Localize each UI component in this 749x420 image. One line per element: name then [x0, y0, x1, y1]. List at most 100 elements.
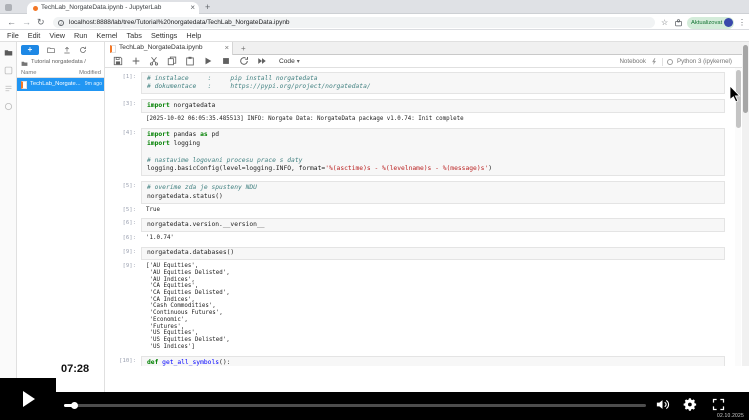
url-bar[interactable]: i localhost:8888/lab/tree/Tutorial%20nor… [53, 17, 655, 28]
chrome-update-label: Aktualizovat [691, 17, 722, 29]
execution-count: [4]: [105, 128, 141, 138]
paste-cells-icon[interactable] [185, 56, 195, 66]
browser-tab-title: TechLab_NorgateData.ipynb - JupyterLab [41, 2, 185, 14]
volume-icon[interactable] [655, 397, 670, 412]
restart-run-all-icon[interactable] [257, 56, 267, 66]
output-area: [2025-10-02 06:05:35.485513] INFO: Norga… [105, 115, 735, 124]
player-control-bar: 02.10.2025 [0, 392, 749, 420]
code-cell[interactable]: [1]:# instalace : pip install norgatedat… [105, 72, 735, 94]
code-cell[interactable]: [3]:import norgatedata [105, 99, 735, 113]
table-of-contents-icon[interactable] [4, 84, 13, 93]
extension-manager-icon[interactable] [4, 102, 13, 111]
notebook-tab-title: TechLab_NorgateData.ipynb [119, 42, 220, 54]
column-name[interactable]: Name [21, 69, 36, 77]
output-area: [9]:['AU Equities', 'AU Equities Deliste… [105, 262, 735, 351]
execution-count: [6]: [105, 234, 141, 242]
extensions-icon[interactable] [674, 18, 683, 27]
new-launcher-button[interactable]: + [21, 45, 39, 55]
settings-gear-icon[interactable] [683, 397, 698, 412]
play-button[interactable] [0, 378, 56, 420]
kernel-status-icon[interactable] [667, 59, 673, 65]
breadcrumb[interactable]: Tutorial norgatedata / [17, 58, 104, 68]
menu-settings[interactable]: Settings [151, 31, 177, 41]
add-tab-icon[interactable]: + [241, 42, 246, 55]
url-text[interactable]: localhost:8888/lab/tree/Tutorial%20norga… [69, 17, 649, 28]
cell-editor[interactable]: # instalace : pip install norgatedata# d… [141, 72, 725, 94]
file-list-item-selected[interactable]: TechLab_Norgate... 9m ago [17, 78, 104, 91]
bookmark-star-icon[interactable]: ☆ [661, 15, 668, 30]
kernel-indicator: Notebook Python 3 (ipykernel) [619, 55, 732, 68]
new-folder-icon[interactable] [47, 46, 55, 54]
notebook-tab[interactable]: TechLab_NorgateData.ipynb × [105, 42, 233, 55]
mode-label: Notebook [619, 58, 646, 65]
refresh-icon[interactable] [79, 46, 87, 54]
lightning-icon [650, 57, 658, 66]
cell-editor[interactable]: import norgatedata [141, 99, 725, 113]
chevron-down-icon: ▾ [297, 58, 300, 65]
mouse-cursor [729, 86, 741, 103]
browser-tab[interactable]: TechLab_NorgateData.ipynb - JupyterLab × [27, 2, 199, 14]
browser-window: TechLab_NorgateData.ipynb - JupyterLab ×… [0, 0, 749, 394]
code-cell[interactable]: [9]:norgatedata.databases() [105, 247, 735, 261]
menu-tabs[interactable]: Tabs [127, 31, 142, 41]
code-cell[interactable]: [4]:import pandas as pdimport logging# n… [105, 128, 735, 176]
file-browser-icon[interactable] [4, 48, 13, 57]
execution-count: [6]: [105, 218, 141, 228]
code-cell[interactable]: [10]:def get_all_symbols(): logging.info… [105, 356, 735, 366]
cell-editor[interactable]: norgatedata.databases() [141, 247, 725, 261]
restart-kernel-icon[interactable] [239, 56, 249, 66]
reload-icon[interactable]: ↻ [37, 15, 45, 30]
execution-count: [5]: [105, 206, 141, 214]
code-cell[interactable]: [6]:norgatedata.version.__version__ [105, 218, 735, 232]
cell-type-label: Code [279, 58, 295, 65]
profile-avatar[interactable] [724, 18, 733, 27]
insert-cell-icon[interactable] [131, 56, 141, 66]
cell-type-dropdown[interactable]: Code ▾ [279, 58, 300, 65]
progress-handle[interactable] [71, 402, 78, 409]
column-modified[interactable]: Modified [79, 69, 101, 77]
date-overlay: 02.10.2025 [717, 413, 744, 419]
cell-editor[interactable]: norgatedata.version.__version__ [141, 218, 725, 232]
menu-run[interactable]: Run [74, 31, 87, 41]
execution-count: [10]: [105, 356, 141, 366]
chrome-update-button[interactable]: Aktualizovat [687, 17, 734, 29]
notebook-scrollbar[interactable] [735, 68, 741, 366]
cell-editor[interactable]: import pandas as pdimport logging# nasta… [141, 128, 725, 176]
upload-icon[interactable] [63, 46, 71, 54]
copy-cells-icon[interactable] [167, 56, 177, 66]
execution-count: [5]: [105, 181, 141, 191]
menu-edit[interactable]: Edit [28, 31, 41, 41]
page-scrollbar-thumb[interactable] [743, 45, 748, 113]
menu-view[interactable]: View [49, 31, 65, 41]
cell-editor[interactable]: def get_all_symbols(): logging.info("Zji… [141, 356, 725, 366]
menu-kernel[interactable]: Kernel [96, 31, 117, 41]
play-icon [23, 391, 35, 407]
file-list-header[interactable]: Name Modified [17, 69, 104, 78]
menu-help[interactable]: Help [186, 31, 201, 41]
forward-icon[interactable]: → [22, 15, 31, 30]
running-sessions-icon[interactable] [4, 66, 13, 75]
kernel-name[interactable]: Python 3 (ipykernel) [677, 58, 732, 65]
browser-menu-icon[interactable]: ⋮ [738, 15, 746, 30]
tab-close-icon[interactable]: × [190, 2, 195, 14]
toolbar-separator [662, 58, 663, 66]
cell-output: ['AU Equities', 'AU Equities Delisted', … [141, 262, 725, 351]
breadcrumb-path: Tutorial norgatedata / [31, 58, 102, 67]
interrupt-kernel-icon[interactable] [221, 56, 231, 66]
output-area: [6]:'1.0.74' [105, 234, 735, 243]
progress-bar[interactable] [64, 404, 646, 407]
new-tab-button[interactable]: + [205, 0, 210, 14]
run-cell-icon[interactable] [203, 56, 213, 66]
cut-cells-icon[interactable] [149, 56, 159, 66]
fullscreen-icon[interactable] [711, 397, 726, 412]
jupyterlab-menubar: File Edit View Run Kernel Tabs Settings … [0, 31, 749, 42]
code-cell[interactable]: [5]:# overime zda je spusteny NDUnorgate… [105, 181, 735, 203]
site-info-icon[interactable]: i [58, 20, 64, 26]
notebook-tab-close-icon[interactable]: × [225, 42, 229, 54]
save-icon[interactable] [113, 56, 123, 66]
menu-file[interactable]: File [7, 31, 19, 41]
cell-editor[interactable]: # overime zda je spusteny NDUnorgatedata… [141, 181, 725, 203]
folder-icon [21, 60, 28, 67]
page-scrollbar[interactable] [742, 42, 749, 366]
back-icon[interactable]: ← [7, 15, 16, 30]
